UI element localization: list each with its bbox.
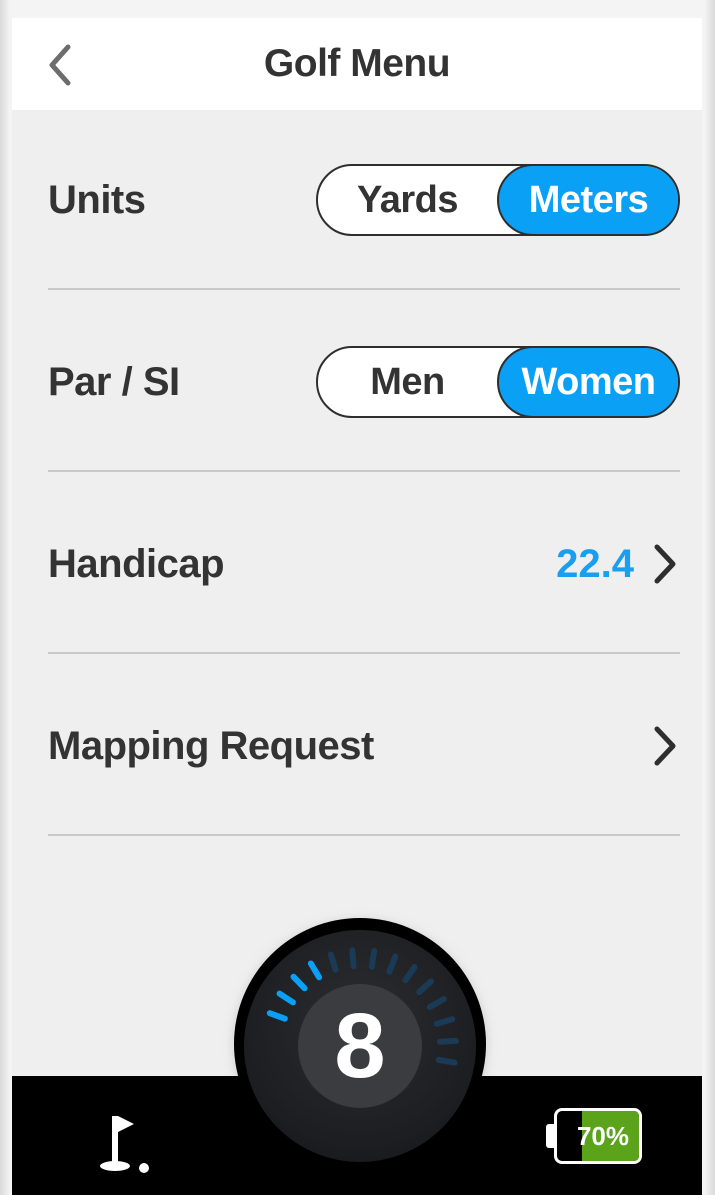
header: Golf Menu xyxy=(12,18,702,110)
hole-dial[interactable]: 8 xyxy=(244,930,476,1162)
dial-tick xyxy=(436,1037,459,1045)
units-option-meters[interactable]: Meters xyxy=(497,166,678,234)
handicap-value: 22.4 xyxy=(556,541,634,586)
mapping-request-label: Mapping Request xyxy=(48,723,374,768)
screen: Golf Menu Units Yards Meters Par / SI Me… xyxy=(12,18,702,1195)
dial-tick xyxy=(349,947,357,970)
units-option-yards[interactable]: Yards xyxy=(318,166,497,234)
dial-tick xyxy=(416,978,434,996)
units-row: Units Yards Meters xyxy=(48,110,680,290)
mapping-request-control[interactable] xyxy=(650,656,680,836)
divider xyxy=(48,834,680,836)
dial-tick xyxy=(435,1056,458,1066)
battery-body: 70% xyxy=(554,1108,642,1164)
dial-tick xyxy=(426,996,447,1010)
dial-tick xyxy=(290,973,308,992)
chevron-left-icon xyxy=(49,44,71,86)
battery-cap xyxy=(546,1124,554,1148)
dial-tick xyxy=(433,1016,456,1027)
par-si-label: Par / SI xyxy=(48,359,180,404)
par-si-toggle: Men Women xyxy=(316,346,680,418)
hole-number: 8 xyxy=(298,984,422,1108)
chevron-right-icon xyxy=(650,724,680,768)
par-si-row: Par / SI Men Women xyxy=(48,292,680,472)
dial-tick xyxy=(307,960,323,981)
units-toggle: Yards Meters xyxy=(316,164,680,236)
divider xyxy=(48,288,680,290)
handicap-row[interactable]: Handicap 22.4 xyxy=(48,474,680,654)
handicap-control[interactable]: 22.4 xyxy=(556,474,680,654)
golf-flag-button[interactable] xyxy=(92,1108,172,1178)
units-label: Units xyxy=(48,177,146,222)
dial-tick xyxy=(276,990,296,1006)
handicap-label: Handicap xyxy=(48,541,225,586)
mapping-request-row[interactable]: Mapping Request xyxy=(48,656,680,836)
back-button[interactable] xyxy=(40,40,80,90)
device-frame: Golf Menu Units Yards Meters Par / SI Me… xyxy=(0,0,715,1195)
page-title: Golf Menu xyxy=(263,42,451,85)
chevron-right-icon xyxy=(650,542,680,586)
divider xyxy=(48,470,680,472)
battery-indicator: 70% xyxy=(546,1108,646,1164)
battery-label: 70% xyxy=(576,1120,630,1151)
dial-tick xyxy=(266,1010,288,1022)
par-si-option-men[interactable]: Men xyxy=(318,348,497,416)
dial-tick xyxy=(386,953,399,975)
dial-tick xyxy=(327,951,339,973)
par-si-option-women[interactable]: Women xyxy=(497,348,678,416)
divider xyxy=(48,652,680,654)
dial-tick xyxy=(402,963,418,984)
golf-flag-icon xyxy=(100,1116,149,1173)
dial-tick xyxy=(368,948,378,970)
